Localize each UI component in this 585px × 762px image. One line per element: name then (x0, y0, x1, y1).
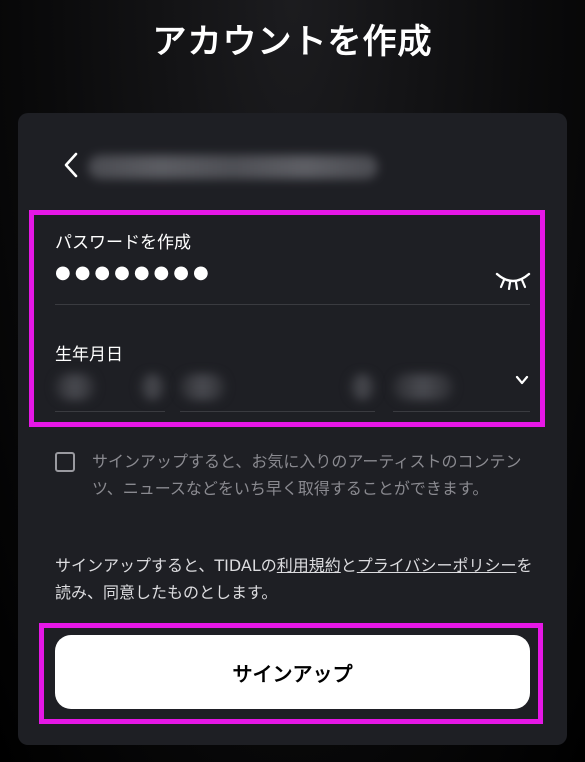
underline (55, 411, 165, 412)
dob-year-select[interactable] (55, 366, 165, 412)
blurred-value (393, 374, 453, 400)
chevron-down-icon[interactable] (514, 372, 530, 388)
password-field[interactable]: ●●●●●●●● (55, 262, 213, 283)
blurred-value (180, 374, 225, 400)
terms-of-use-link[interactable]: 利用規約 (277, 556, 341, 575)
password-label: パスワードを作成 (55, 233, 191, 253)
eye-closed-icon[interactable] (495, 268, 531, 290)
back-button[interactable] (58, 150, 84, 180)
blurred-value (350, 374, 375, 400)
terms-middle: と (340, 556, 357, 575)
blurred-value (140, 374, 165, 400)
privacy-policy-link[interactable]: プライバシーポリシー (357, 556, 517, 575)
terms-prefix: サインアップすると、TIDALの (55, 556, 277, 575)
blurred-value (55, 374, 95, 400)
underline (393, 411, 530, 412)
underline (180, 411, 375, 412)
signup-button[interactable]: サインアップ (55, 635, 530, 709)
email-display-blurred (88, 155, 378, 179)
consent-checkbox[interactable] (55, 452, 75, 472)
password-underline (55, 304, 530, 305)
dob-label: 生年月日 (55, 345, 123, 365)
dob-day-select[interactable] (393, 366, 530, 412)
dob-month-select[interactable] (180, 366, 375, 412)
terms-text: サインアップすると、TIDALの利用規約とプライバシーポリシーを読み、同意したも… (55, 552, 535, 606)
consent-text: サインアップすると、お気に入りのアーティストのコンテンツ、ニュースなどをいち早く… (92, 452, 522, 498)
chevron-left-icon (64, 152, 78, 178)
page-title: アカウントを作成 (152, 22, 433, 62)
